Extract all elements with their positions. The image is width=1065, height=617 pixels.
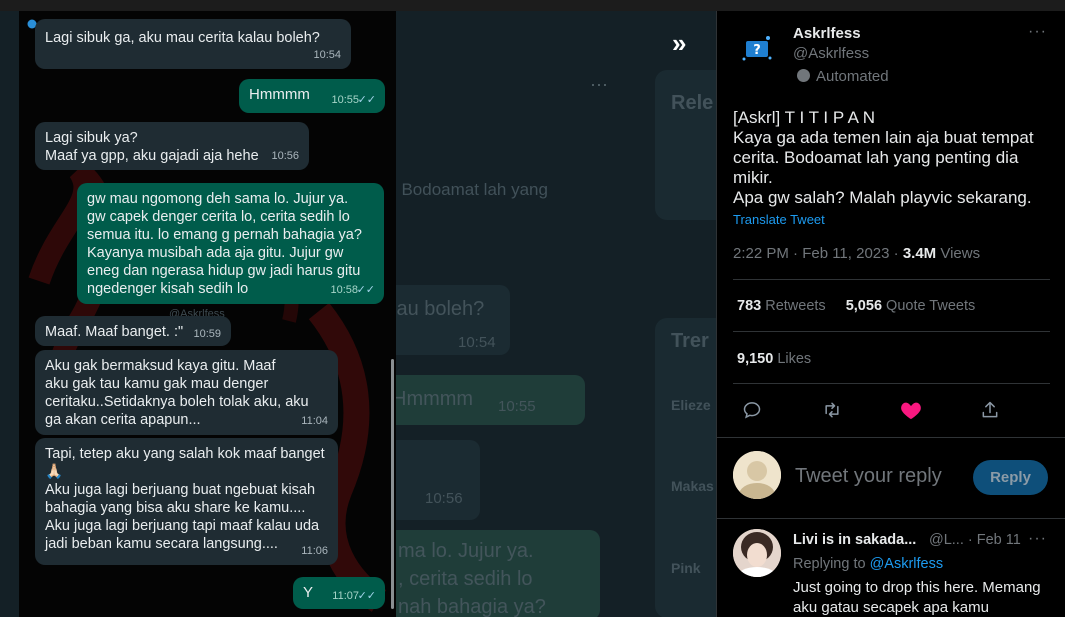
replying-to-link[interactable]: @Askrlfess — [870, 556, 944, 572]
tweet-actions — [733, 395, 1050, 425]
message-time: 11:04 — [301, 415, 328, 427]
retweets-count: 783 — [737, 298, 762, 314]
bg-text: Rele — [671, 92, 714, 114]
message-time: 11:06 — [301, 545, 328, 557]
quotes-stat[interactable]: 5,056 Quote Tweets — [846, 298, 976, 314]
bg-text: 10:54 — [458, 334, 496, 351]
likes-count: 9,150 — [737, 351, 774, 367]
bg-text: nah bahagia ya? — [398, 596, 546, 617]
read-ticks-icon: ✓✓ — [357, 590, 376, 602]
message-bubble-incoming: Maaf. Maaf banget. :" 10:59 — [35, 316, 231, 346]
message-time: 11:07 — [332, 590, 359, 602]
like-action[interactable] — [891, 395, 931, 425]
divider — [717, 437, 1065, 438]
reply-action[interactable] — [732, 395, 772, 425]
reply-icon — [743, 402, 761, 419]
likes-stat[interactable]: 9,150 Likes — [737, 351, 811, 367]
message-time: 10:54 — [313, 49, 341, 61]
message-bubble-incoming: Lagi sibuk ya? Maaf ya gpp, aku gajadi a… — [35, 122, 309, 170]
replying-to-line: Replying to @Askrlfess — [793, 556, 943, 572]
bg-text: Hmmmm — [392, 388, 474, 410]
retweets-label: Retweets — [761, 298, 826, 314]
message-time: 10:55 — [331, 94, 359, 106]
bg-text: Trer — [671, 330, 709, 352]
user-avatar[interactable] — [733, 451, 781, 499]
heart-icon — [901, 402, 921, 420]
retweet-icon — [825, 402, 839, 418]
reply-more-icon[interactable]: ··· — [1028, 530, 1047, 548]
svg-text:?: ? — [753, 43, 761, 58]
likes-label: Likes — [773, 351, 812, 367]
automated-text: Automated — [816, 68, 889, 85]
retweet-action[interactable] — [812, 395, 852, 425]
message-text: Lagi sibuk ya? Maaf ya gpp, aku gajadi a… — [45, 130, 259, 164]
message-text: Lagi sibuk ga, aku mau cerita kalau bole… — [45, 30, 320, 46]
bg-text: 10:55 — [498, 398, 536, 415]
message-time: 10:56 — [271, 150, 299, 162]
tweet-text: [Askrl] T I T I P A N Kaya ga ada temen … — [733, 108, 1034, 207]
message-bubble-outgoing: gw mau ngomong deh sama lo. Jujur ya. gw… — [77, 183, 384, 304]
bg-text: 10:56 — [425, 490, 463, 507]
message-bubble-outgoing: Y 11:07 ✓✓ — [293, 577, 385, 609]
tweet-timestamp[interactable]: 2:22 PM · Feb 11, 2023 · — [733, 245, 903, 262]
views-count: 3.4M — [902, 245, 937, 262]
quotes-label: Quote Tweets — [882, 298, 976, 314]
message-text: Aku gak bermaksud kaya gitu. Maaf aku ga… — [45, 358, 309, 428]
automated-label: Automated — [797, 68, 889, 85]
message-bubble-incoming: Aku gak bermaksud kaya gitu. Maaf aku ga… — [35, 350, 338, 435]
bg-text: lau boleh? — [392, 298, 485, 320]
top-bar — [0, 0, 1065, 11]
bg-text: , Bodoamat lah yang — [392, 180, 548, 199]
more-icon[interactable]: ··· — [1028, 23, 1047, 41]
message-time: 10:58 — [330, 284, 358, 296]
read-ticks-icon: ✓✓ — [356, 284, 375, 296]
bot-icon — [797, 69, 810, 82]
reply-composer: Tweet your reply Reply — [717, 445, 1065, 519]
chat-scrollbar[interactable] — [391, 359, 394, 609]
bg-text: , cerita sedih lo — [398, 568, 533, 590]
read-ticks-icon: ✓✓ — [357, 94, 376, 106]
account-handle[interactable]: @Askrlfess — [793, 45, 869, 62]
tweet-meta: 2:22 PM · Feb 11, 2023 · 3.4M Views — [733, 245, 980, 262]
message-time: 10:59 — [193, 328, 221, 340]
message-text: Tapi, tetep aku yang salah kok maaf bang… — [45, 446, 325, 552]
divider — [733, 331, 1050, 332]
message-bubble-incoming: Tapi, tetep aku yang salah kok maaf bang… — [35, 438, 338, 565]
divider — [733, 383, 1050, 384]
bg-text: Elieze — [671, 397, 711, 413]
message-bubble-outgoing: Hmmmm 10:55 ✓✓ — [239, 79, 385, 113]
bg-text: ma lo. Jujur ya. — [398, 540, 534, 562]
retweets-stat[interactable]: 783 Retweets — [737, 298, 826, 314]
account-name[interactable]: Askrlfess — [793, 25, 861, 42]
reply-author-avatar[interactable] — [733, 529, 781, 577]
share-icon — [982, 401, 998, 418]
quotes-count: 5,056 — [845, 298, 883, 314]
avatar[interactable]: ? — [735, 27, 779, 71]
replying-prefix: Replying to — [793, 556, 870, 572]
tweet-panel: ? Askrlfess @Askrlfess Automated ··· [As… — [716, 11, 1065, 617]
divider — [733, 279, 1050, 280]
share-action[interactable] — [970, 395, 1010, 425]
retweet-quote-stats: 783 Retweets 5,056 Quote Tweets — [737, 298, 975, 314]
bg-more-icon: ··· — [590, 74, 608, 94]
bg-text: Makas — [671, 478, 714, 494]
reply-author-name[interactable]: Livi is in sakada... — [793, 532, 916, 548]
bg-text: Pink — [671, 560, 701, 576]
message-bubble-incoming: Lagi sibuk ga, aku mau cerita kalau bole… — [35, 19, 351, 69]
chevron-right-double-icon[interactable]: » — [672, 28, 686, 59]
chat-screenshot: @Askrlfess Lagi sibuk ga, aku mau cerita… — [19, 11, 396, 617]
translate-link[interactable]: Translate Tweet — [733, 212, 825, 227]
reply-input[interactable]: Tweet your reply — [795, 465, 942, 488]
reply-author-handle[interactable]: @L... · Feb 11 — [929, 532, 1021, 548]
reply-button[interactable]: Reply — [973, 460, 1048, 495]
views-label: Views — [936, 245, 981, 262]
reply-text: Just going to drop this here. Memang aku… — [793, 579, 1041, 616]
